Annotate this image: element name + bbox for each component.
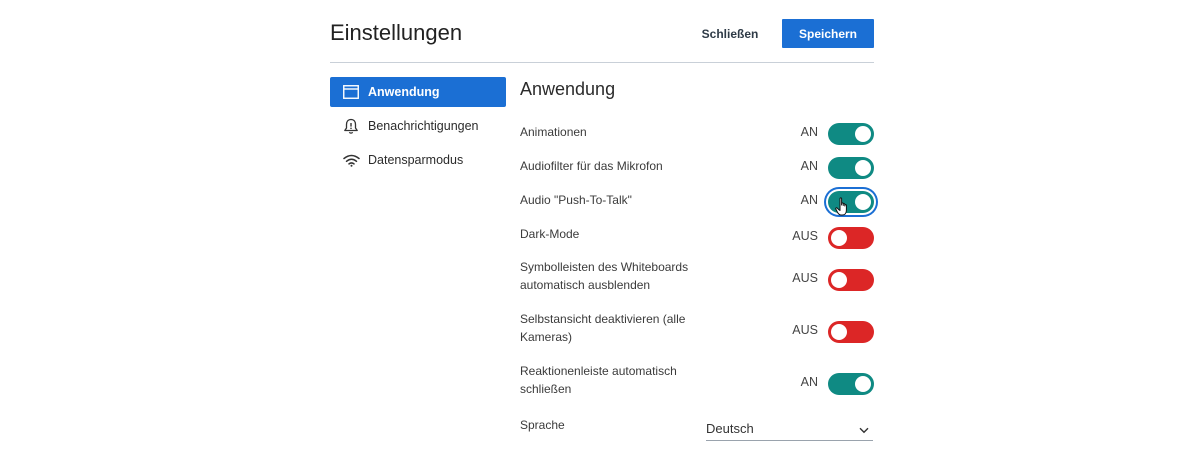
toggle-knob bbox=[855, 194, 871, 210]
setting-state: AUS bbox=[792, 271, 818, 285]
page-title: Einstellungen bbox=[330, 20, 463, 45]
setting-label: Symbolleisten des Whiteboards automatisc… bbox=[520, 260, 689, 292]
language-value: Deutsch bbox=[706, 421, 754, 436]
setting-state: AN bbox=[800, 375, 818, 389]
toggle-whiteboard-toolbars[interactable] bbox=[828, 269, 874, 291]
setting-label: Animationen bbox=[520, 125, 587, 139]
setting-state: AN bbox=[800, 125, 818, 139]
setting-row-language: Sprache Deutsch bbox=[520, 414, 874, 441]
setting-label: Dark-Mode bbox=[520, 227, 580, 241]
setting-state: AN bbox=[800, 193, 818, 207]
language-select[interactable]: Deutsch bbox=[706, 418, 873, 441]
setting-state: AN bbox=[800, 159, 818, 173]
wifi-icon bbox=[342, 151, 360, 169]
setting-row-audiofilter: Audiofilter für das Mikrofon AN bbox=[520, 154, 874, 180]
sidebar-item-anwendung[interactable]: Anwendung bbox=[330, 77, 506, 107]
window-icon bbox=[342, 83, 360, 101]
setting-row-selfview: Selbstansicht deaktivieren (alle Kameras… bbox=[520, 310, 874, 350]
sidebar-item-benachrichtigungen[interactable]: Benachrichtigungen bbox=[330, 111, 506, 141]
toggle-audiofilter[interactable] bbox=[828, 157, 874, 179]
toggle-animationen[interactable] bbox=[828, 123, 874, 145]
hand-pointer-cursor-icon bbox=[835, 197, 851, 217]
setting-row-push-to-talk: Audio "Push-To-Talk" AN bbox=[520, 188, 874, 216]
toggle-knob bbox=[831, 230, 847, 246]
settings-content: Anwendung Animationen AN Audiofilter für… bbox=[520, 76, 874, 441]
settings-sidebar: Anwendung Benachrichtigungen Datensparmo… bbox=[330, 77, 506, 179]
toggle-reactions-bar[interactable] bbox=[828, 373, 874, 395]
toggle-knob bbox=[855, 160, 871, 176]
setting-row-reactions-bar: Reaktionenleiste automatisch schließen A… bbox=[520, 362, 874, 402]
settings-modal: Einstellungen Schließen Speichern Anwend… bbox=[330, 0, 874, 464]
language-label: Sprache bbox=[520, 418, 565, 432]
sidebar-item-label: Benachrichtigungen bbox=[368, 119, 479, 133]
close-button[interactable]: Schließen bbox=[692, 19, 768, 48]
toggle-knob bbox=[855, 376, 871, 392]
section-title: Anwendung bbox=[520, 79, 616, 99]
sidebar-item-label: Datensparmodus bbox=[368, 153, 464, 167]
chevron-down-icon bbox=[859, 422, 869, 437]
toggle-knob bbox=[855, 126, 871, 142]
toggle-selfview[interactable] bbox=[828, 321, 874, 343]
toggle-dark-mode[interactable] bbox=[828, 227, 874, 249]
setting-row-whiteboard-toolbars: Symbolleisten des Whiteboards automatisc… bbox=[520, 258, 874, 298]
sidebar-item-label: Anwendung bbox=[368, 85, 440, 99]
setting-label: Selbstansicht deaktivieren (alle Kameras… bbox=[520, 312, 686, 344]
setting-label: Reaktionenleiste automatisch schließen bbox=[520, 364, 677, 396]
setting-row-animationen: Animationen AN bbox=[520, 120, 874, 146]
save-button[interactable]: Speichern bbox=[782, 19, 874, 48]
toggle-knob bbox=[831, 324, 847, 340]
sidebar-item-datensparmodus[interactable]: Datensparmodus bbox=[330, 145, 506, 175]
setting-row-dark-mode: Dark-Mode AUS bbox=[520, 222, 874, 250]
setting-state: AUS bbox=[792, 229, 818, 243]
setting-label: Audio "Push-To-Talk" bbox=[520, 193, 632, 207]
toggle-knob bbox=[831, 272, 847, 288]
modal-header: Einstellungen Schließen Speichern bbox=[330, 0, 874, 63]
bell-alert-icon bbox=[342, 117, 360, 135]
setting-label: Audiofilter für das Mikrofon bbox=[520, 159, 663, 173]
setting-state: AUS bbox=[792, 323, 818, 337]
